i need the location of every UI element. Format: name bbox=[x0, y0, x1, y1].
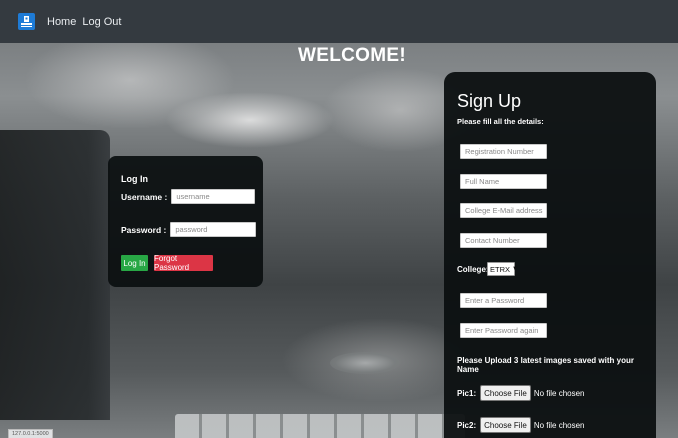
username-input[interactable]: username bbox=[171, 189, 256, 204]
signup-title: Sign Up bbox=[457, 91, 522, 111]
login-button[interactable]: Log In bbox=[121, 255, 148, 271]
pic2-label: Pic2: bbox=[457, 420, 477, 430]
username-row: Username : username bbox=[121, 189, 256, 204]
college-select[interactable]: ETRX ▼ bbox=[487, 262, 518, 276]
pic2-choose-file-button[interactable]: Choose File bbox=[480, 417, 531, 433]
login-card: Log In Username : username Password : pa… bbox=[108, 156, 263, 287]
upload-instructions: Please Upload 3 latest images saved with… bbox=[457, 356, 634, 374]
signup-subtitle: Please fill all the details: bbox=[457, 117, 544, 126]
college-email-input[interactable]: College E-Mail address bbox=[460, 203, 547, 218]
forgot-password-button[interactable]: Forgot Password bbox=[154, 254, 213, 272]
password-input[interactable]: password bbox=[170, 222, 257, 237]
college-label: College: bbox=[457, 265, 489, 274]
signup-card: Sign Up Please fill all the details: Reg… bbox=[444, 72, 656, 438]
navbar: Home Log Out bbox=[0, 0, 678, 43]
contact-number-input[interactable]: Contact Number bbox=[460, 233, 547, 248]
confirm-password-input[interactable]: Enter Password again bbox=[460, 323, 547, 338]
login-title: Log In bbox=[121, 174, 148, 184]
pic2-file-status: No file chosen bbox=[533, 420, 585, 430]
chevron-down-icon: ▼ bbox=[512, 266, 518, 272]
password-input-signup[interactable]: Enter a Password bbox=[460, 293, 547, 308]
password-row: Password : password bbox=[121, 222, 257, 237]
pic2-row: Pic2: Choose File No file chosen bbox=[457, 417, 585, 433]
background-saucer bbox=[330, 352, 400, 374]
pic1-file-status: No file chosen bbox=[533, 388, 585, 398]
page-title: WELCOME! bbox=[298, 45, 406, 66]
password-label: Password : bbox=[121, 224, 167, 235]
background-keyboard bbox=[175, 414, 465, 438]
nav-logout-link[interactable]: Log Out bbox=[82, 16, 121, 28]
graduation-logo-icon[interactable] bbox=[18, 13, 35, 30]
college-selected-value: ETRX bbox=[490, 264, 511, 274]
status-url-bar: 127.0.0.1:5000 bbox=[8, 429, 53, 438]
nav-home-link[interactable]: Home bbox=[47, 16, 76, 28]
pic1-row: Pic1: Choose File No file chosen bbox=[457, 385, 585, 401]
registration-number-input[interactable]: Registration Number bbox=[460, 144, 547, 159]
full-name-input[interactable]: Full Name bbox=[460, 174, 547, 189]
pic1-label: Pic1: bbox=[457, 388, 477, 398]
background-laptop bbox=[0, 130, 110, 420]
username-label: Username : bbox=[121, 191, 168, 202]
pic1-choose-file-button[interactable]: Choose File bbox=[480, 385, 531, 401]
